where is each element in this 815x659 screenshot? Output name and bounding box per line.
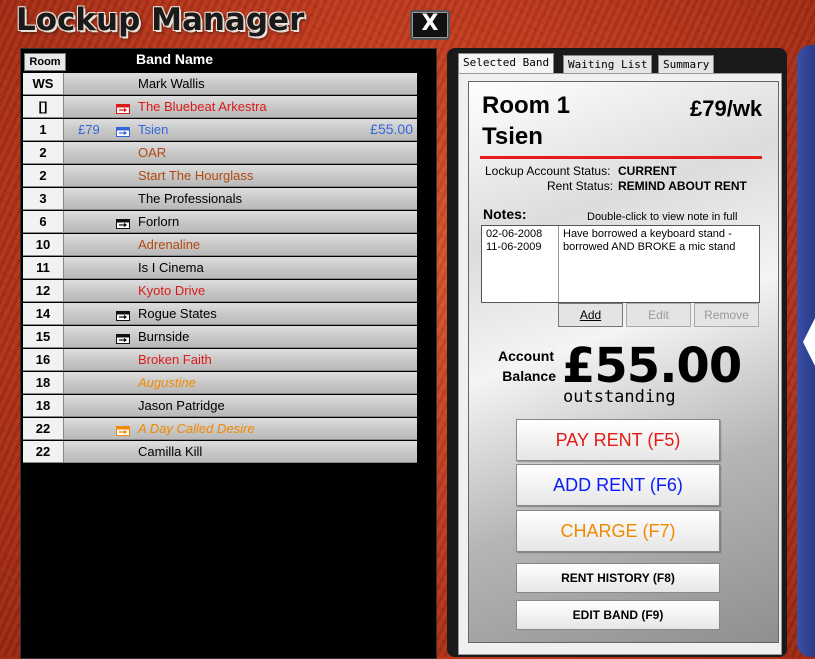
rent-status-label: Rent Status:: [547, 179, 614, 193]
detail-room-price: £79/wk: [690, 96, 763, 121]
row-band-name: Camilla Kill: [138, 444, 203, 459]
edit-band-button[interactable]: EDIT BAND (F9): [516, 600, 720, 630]
close-button[interactable]: X: [410, 10, 450, 40]
row-balance: £55.00: [370, 121, 413, 137]
charge-button[interactable]: CHARGE (F7): [516, 510, 720, 552]
row-room: 15: [23, 326, 64, 347]
row-band-name: Tsien: [138, 122, 169, 137]
row-room: 1: [23, 119, 64, 140]
remove-note-button[interactable]: Remove: [694, 303, 759, 327]
rent-due-flag-icon: [116, 331, 130, 344]
note-date[interactable]: 11-06-2009: [486, 241, 541, 253]
room-column-header[interactable]: Room: [24, 53, 66, 71]
row-band-name: Adrenaline: [138, 237, 201, 252]
band-row[interactable]: 2 Start The Hourglass: [23, 165, 417, 187]
tab-waiting-list[interactable]: Waiting List: [563, 55, 653, 73]
row-band-name: Mark Wallis: [138, 76, 205, 91]
rent-history-button[interactable]: RENT HISTORY (F8): [516, 563, 720, 593]
note-text[interactable]: borrowed AND BROKE a mic stand: [563, 241, 735, 253]
band-row[interactable]: 3 The Professionals: [23, 188, 417, 210]
tab-summary[interactable]: Summary: [658, 55, 715, 73]
band-row[interactable]: WS Mark Wallis: [23, 73, 417, 95]
rent-due-flag-icon: [116, 216, 130, 229]
account-status-label: Lockup Account Status:: [485, 164, 611, 178]
band-name-column-header[interactable]: Band Name: [136, 51, 213, 67]
row-band-name: Is I Cinema: [138, 260, 204, 275]
row-room: 12: [23, 280, 64, 301]
row-room: WS: [23, 73, 64, 94]
row-band-name: OAR: [138, 145, 167, 160]
rent-due-flag-icon: [116, 423, 130, 436]
row-band-name: A Day Called Desire: [138, 421, 255, 436]
tab-selected-band[interactable]: Selected Band: [458, 53, 555, 73]
note-date[interactable]: 02-06-2008: [486, 228, 542, 240]
pay-rent-button[interactable]: PAY RENT (F5): [516, 419, 720, 461]
band-list-panel: Room Band Name WS Mark Wallis [] The Bluebe…: [20, 48, 437, 659]
account-status-value: CURRENT: [618, 164, 677, 178]
row-band-name: Broken Faith: [138, 352, 212, 367]
row-band-name: Start The Hourglass: [138, 168, 254, 183]
app-title: Lockup Manager: [16, 2, 305, 38]
row-band-name: Forlorn: [138, 214, 180, 229]
row-band-name: Jason Patridge: [138, 398, 225, 413]
row-band-name: The Bluebeat Arkestra: [138, 99, 267, 114]
edit-note-button[interactable]: Edit: [626, 303, 691, 327]
band-row[interactable]: 16 Broken Faith: [23, 349, 417, 371]
row-band-name: Kyoto Drive: [138, 283, 206, 298]
band-row[interactable]: 15 Burnside: [23, 326, 417, 348]
add-note-button[interactable]: Add: [558, 303, 623, 327]
row-room: 14: [23, 303, 64, 324]
detail-band-name: Tsien: [482, 123, 543, 150]
row-room: 2: [23, 165, 64, 186]
row-room: 3: [23, 188, 64, 209]
account-balance-amount: £55.00: [562, 338, 742, 394]
band-row[interactable]: 14 Rogue States: [23, 303, 417, 325]
band-row[interactable]: 12 Kyoto Drive: [23, 280, 417, 302]
band-row[interactable]: 18 Jason Patridge: [23, 395, 417, 417]
band-row[interactable]: [] The Bluebeat Arkestra: [23, 96, 417, 118]
account-balance-state: outstanding: [563, 387, 676, 407]
band-row[interactable]: 22 A Day Called Desire: [23, 418, 417, 440]
list-header: Room Band Name: [21, 49, 436, 71]
row-band-name: The Professionals: [138, 191, 243, 206]
row-room: 10: [23, 234, 64, 255]
notes-list[interactable]: 02-06-2008 Have borrowed a keyboard stan…: [481, 225, 760, 303]
add-rent-button[interactable]: ADD RENT (F6): [516, 464, 720, 506]
row-room: 6: [23, 211, 64, 232]
row-band-name: Rogue States: [138, 306, 217, 321]
row-room: 18: [23, 395, 64, 416]
row-band-name: Burnside: [138, 329, 190, 344]
rent-due-flag-icon: [116, 124, 130, 137]
row-band-name: Augustine: [138, 375, 196, 390]
rent-status-value: REMIND ABOUT RENT: [618, 179, 747, 193]
band-row[interactable]: 6 Forlorn: [23, 211, 417, 233]
rent-due-flag-icon: [116, 308, 130, 321]
band-row[interactable]: 18 Augustine: [23, 372, 417, 394]
band-row[interactable]: 11 Is I Cinema: [23, 257, 417, 279]
row-room: 2: [23, 142, 64, 163]
row-room: 22: [23, 418, 64, 439]
detail-room: Room 1: [482, 92, 571, 119]
note-text[interactable]: Have borrowed a keyboard stand -: [563, 228, 732, 240]
band-row[interactable]: 1 £79 Tsien £55.00: [23, 119, 417, 141]
row-room: 11: [23, 257, 64, 278]
account-balance-label-2: Balance: [502, 368, 556, 384]
row-room: 16: [23, 349, 64, 370]
divider-line: [480, 156, 762, 159]
row-room: []: [23, 96, 64, 117]
account-balance-label-1: Account: [498, 348, 554, 364]
band-list: WS Mark Wallis [] The Bluebeat Arkestra 1 £79…: [23, 73, 417, 464]
band-row[interactable]: 2 OAR: [23, 142, 417, 164]
band-row[interactable]: 10 Adrenaline: [23, 234, 417, 256]
band-row[interactable]: 22 Camilla Kill: [23, 441, 417, 463]
rent-due-flag-icon: [116, 101, 130, 114]
row-room: 22: [23, 441, 64, 462]
notes-column-divider: [558, 226, 559, 302]
row-room: 18: [23, 372, 64, 393]
notes-hint: Double-click to view note in full: [587, 211, 738, 223]
row-rent: £79: [78, 122, 100, 137]
expand-arrow-icon[interactable]: [803, 318, 815, 366]
notes-label: Notes:: [483, 206, 527, 222]
